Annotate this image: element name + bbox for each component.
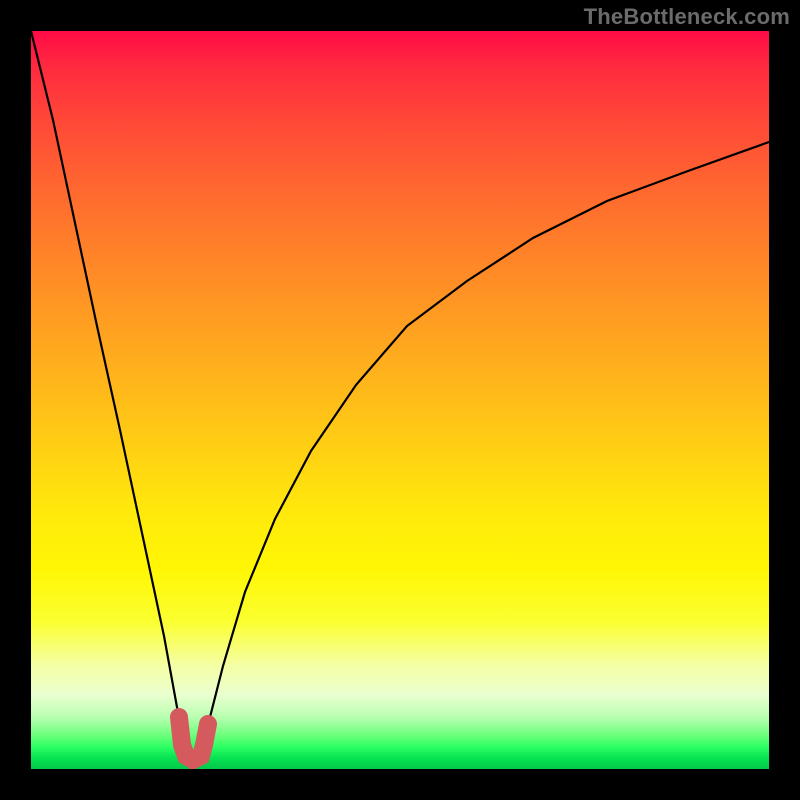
valley-marker-path xyxy=(179,717,208,760)
curve-path xyxy=(31,31,769,762)
chart-svg xyxy=(31,31,769,769)
watermark-text: TheBottleneck.com xyxy=(584,4,790,30)
plot-area xyxy=(31,31,769,769)
